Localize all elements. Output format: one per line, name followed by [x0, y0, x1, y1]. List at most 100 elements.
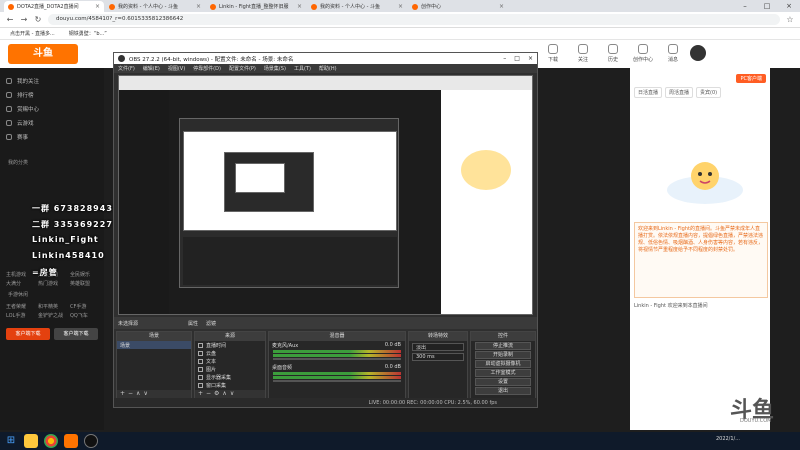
reload-icon[interactable]: ↻	[34, 15, 42, 24]
close-icon[interactable]: ×	[499, 3, 504, 10]
category-link[interactable]: LOL手游	[6, 312, 34, 319]
windows-start-icon[interactable]: ⊞	[4, 434, 18, 448]
client-download-button[interactable]: 客户端下载	[54, 328, 98, 340]
chrome-icon[interactable]	[44, 434, 58, 448]
category-link[interactable]: 大满分	[6, 280, 34, 287]
category-link[interactable]: 和平精英	[38, 303, 66, 310]
studio-mode-button[interactable]: 工作室模式	[475, 369, 531, 377]
source-item[interactable]: 直播时间	[195, 341, 265, 349]
volume-slider[interactable]	[273, 380, 401, 382]
browser-tab[interactable]: 我的资料 - 个人中心 - 斗鱼 ×	[105, 1, 205, 12]
top-icon-label: 消息	[667, 57, 678, 63]
volume-slider[interactable]	[273, 358, 401, 360]
category-link[interactable]: 主机游戏	[6, 271, 34, 278]
mixer-db: 0.0 dB	[384, 364, 401, 370]
maximize-icon[interactable]: □	[756, 0, 778, 12]
creator-center-button[interactable]: 创作中心	[630, 44, 656, 63]
sidebar-item-label: 排行榜	[17, 93, 34, 99]
client-download-button[interactable]: 客户端下载	[6, 328, 50, 340]
chat-tab[interactable]: 周活直播	[665, 87, 694, 98]
category-link[interactable]: 金铲铲之战	[38, 312, 66, 319]
stop-streaming-button[interactable]: 停止推流	[475, 342, 531, 350]
browser-tab[interactable]: Linkin - Fight直播_整整怀旧服 ×	[206, 1, 306, 12]
message-button[interactable]: 消息	[660, 44, 686, 63]
category-link[interactable]: 英雄联盟	[70, 280, 98, 287]
source-item[interactable]: 显示器采集	[195, 373, 265, 381]
mascot-illustration	[667, 162, 743, 204]
avatar[interactable]	[690, 45, 706, 61]
menu-item[interactable]: 文件(F)	[118, 65, 135, 72]
bookmarks-bar: 点击开黑 - 直播多... 钢铁勇壁：“b...”	[0, 28, 800, 40]
bookmark-item[interactable]: 钢铁勇壁：“b...”	[69, 30, 107, 37]
history-button[interactable]: 历史	[600, 44, 626, 63]
properties-button[interactable]: 属性	[188, 320, 198, 327]
chat-tab[interactable]: 贵宾(0)	[696, 87, 722, 98]
menu-item[interactable]: 场景集(S)	[264, 65, 286, 72]
menu-item[interactable]: 视图(V)	[168, 65, 185, 72]
menu-item[interactable]: 工具(T)	[294, 65, 311, 72]
close-window-icon[interactable]: ×	[528, 55, 533, 62]
scenes-toolbar[interactable]: +−∧∨	[117, 390, 191, 398]
category-link[interactable]: CF手游	[70, 303, 98, 310]
browser-tab[interactable]: 创作中心 ×	[408, 1, 508, 12]
bookmark-item[interactable]: 点击开黑 - 直播多...	[10, 30, 55, 37]
sidebar-item-cloud-game[interactable]: 云游戏	[0, 116, 104, 130]
source-item[interactable]: 窗口采集	[195, 381, 265, 389]
close-icon[interactable]: ×	[297, 3, 302, 10]
sidebar-section-title: 手游休闲	[8, 292, 29, 298]
exit-button[interactable]: 退出	[475, 387, 531, 395]
menu-item[interactable]: 帮助(H)	[319, 65, 337, 72]
close-icon[interactable]: ×	[196, 3, 201, 10]
start-recording-button[interactable]: 开始录制	[475, 351, 531, 359]
douyu-logo[interactable]: 斗鱼	[8, 44, 78, 64]
chat-tab[interactable]: 日活直播	[634, 87, 663, 98]
obs-source-props-bar: 未选择源 属性 滤镜	[114, 317, 537, 329]
close-window-icon[interactable]: ×	[778, 0, 800, 12]
close-icon[interactable]: ×	[398, 3, 403, 10]
obs-preview[interactable]: 458410	[118, 75, 533, 315]
sidebar-item-rank[interactable]: 排行榜	[0, 88, 104, 102]
sources-toolbar[interactable]: +−⚙∧∨	[195, 390, 265, 398]
window-icon	[198, 382, 203, 388]
duration-input[interactable]: 300 ms	[412, 353, 464, 361]
minimize-icon[interactable]: –	[734, 0, 756, 12]
follow-button[interactable]: 关注	[570, 44, 596, 63]
sidebar-item-label: 赛事	[17, 135, 29, 141]
source-item[interactable]: 文本	[195, 357, 265, 365]
category-link[interactable]: 王者荣耀	[6, 303, 34, 310]
minimize-icon[interactable]: –	[503, 55, 506, 62]
transition-select[interactable]: 淡出	[412, 343, 464, 351]
sidebar-item-rewards[interactable]: 赏赐中心	[0, 102, 104, 116]
settings-button[interactable]: 设置	[475, 378, 531, 386]
source-item[interactable]: 图片	[195, 365, 265, 373]
obs-app-icon[interactable]	[84, 434, 98, 448]
obs-title-bar: OBS 27.2.2 (64-bit, windows) - 配置文件: 未命名…	[114, 53, 537, 64]
source-item[interactable]: 云盘	[195, 349, 265, 357]
source-label: 直播时间	[206, 342, 227, 349]
virtual-camera-button[interactable]: 启动虚拟摄像机	[475, 360, 531, 368]
folder-icon[interactable]	[24, 434, 38, 448]
douyu-app-icon[interactable]	[64, 434, 78, 448]
pc-client-badge[interactable]: PC客户端	[736, 74, 766, 83]
monitor-icon	[198, 374, 203, 380]
menu-item[interactable]: 配置文件(P)	[229, 65, 256, 72]
category-link[interactable]: 全民娱乐	[70, 271, 98, 278]
menu-item[interactable]: 编辑(E)	[143, 65, 160, 72]
browser-tab[interactable]: DOTA2直播_DOTA2直播间 ×	[4, 1, 104, 12]
star-icon[interactable]: ☆	[786, 15, 794, 24]
sidebar-item-follow[interactable]: 我的关注	[0, 74, 104, 88]
address-bar: ← → ↻ douyu.com/458410?_r=0.601533581238…	[0, 12, 800, 28]
filters-button[interactable]: 滤镜	[206, 320, 216, 327]
browser-tab[interactable]: 我的资料 - 个人中心 - 斗鱼 ×	[307, 1, 407, 12]
category-link[interactable]: 热门游戏	[38, 280, 66, 287]
download-button[interactable]: 下载	[540, 44, 566, 63]
scene-item[interactable]: 场景	[117, 341, 191, 349]
menu-item[interactable]: 停靠部件(D)	[193, 65, 221, 72]
back-icon[interactable]: ←	[6, 15, 14, 24]
sidebar-item-events[interactable]: 赛事	[0, 130, 104, 144]
category-link[interactable]: QQ飞车	[70, 312, 98, 319]
forward-icon[interactable]: →	[20, 15, 28, 24]
maximize-icon[interactable]: □	[514, 55, 520, 62]
close-icon[interactable]: ×	[95, 3, 100, 10]
url-input[interactable]: douyu.com/458410?_r=0.6015335812386642	[48, 14, 780, 25]
